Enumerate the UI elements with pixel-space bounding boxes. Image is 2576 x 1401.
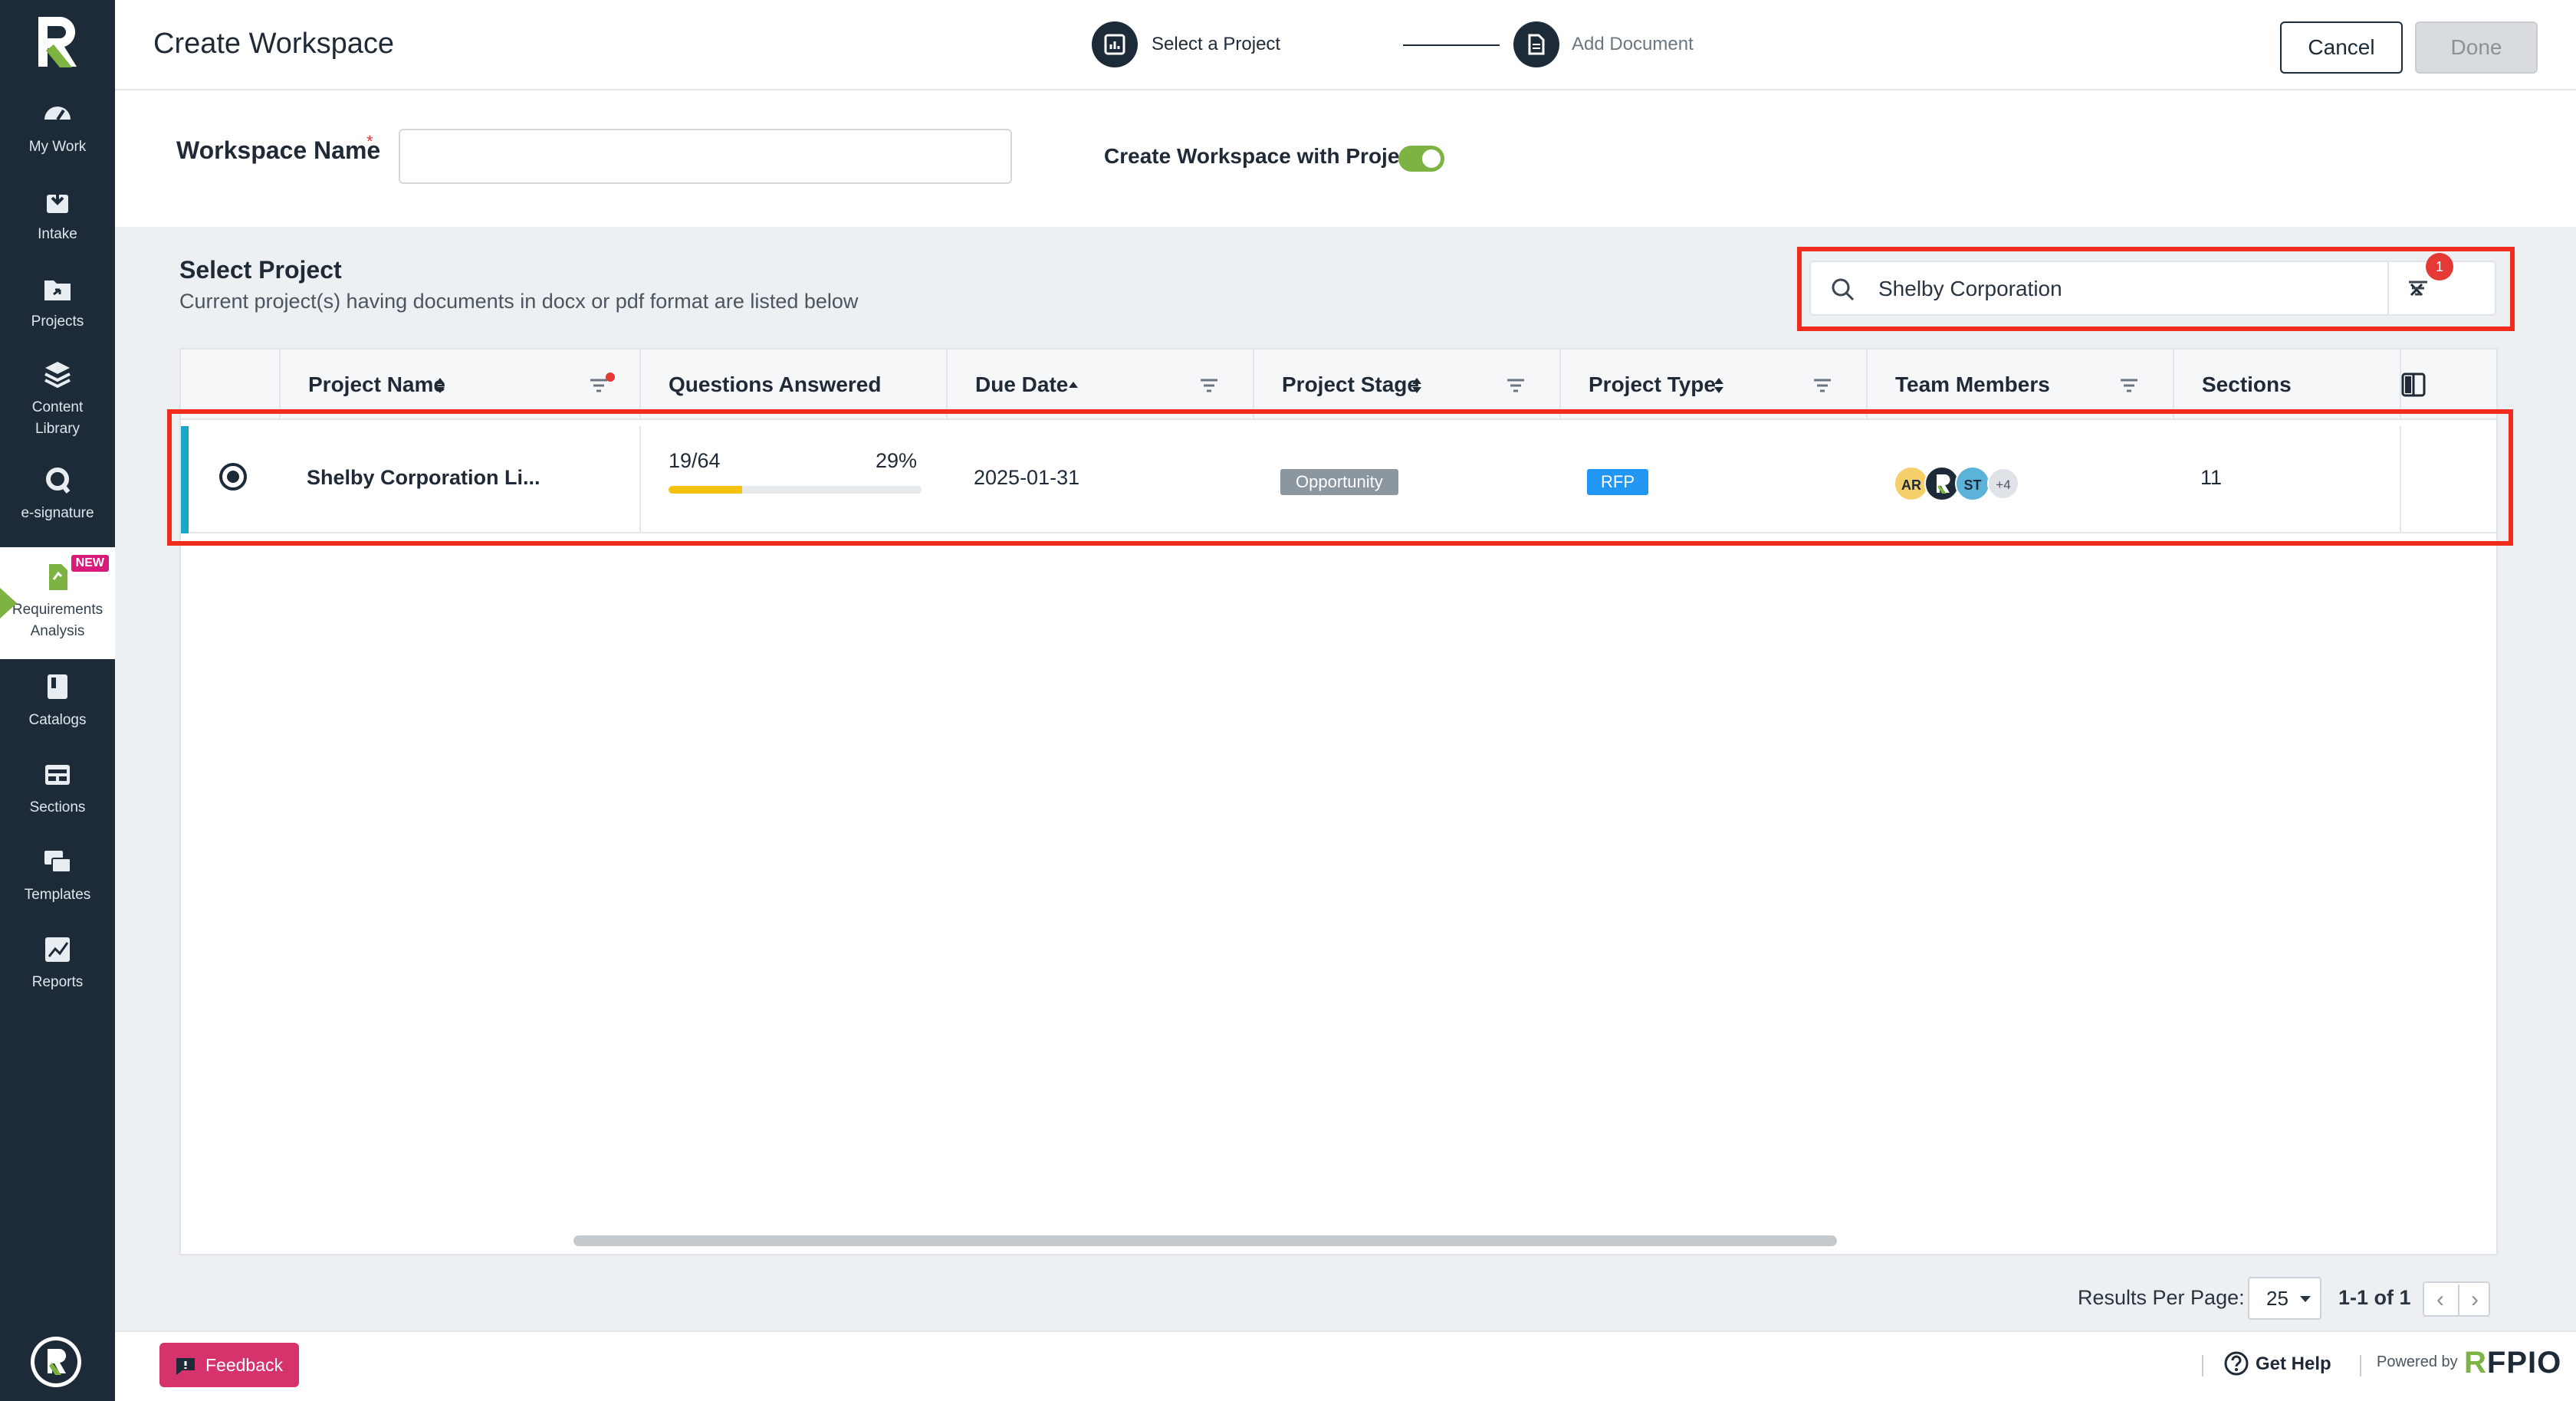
sidebar-item-sections[interactable]: Sections bbox=[0, 757, 115, 829]
help-icon bbox=[2224, 1351, 2249, 1376]
sidebar-item-label: Intake bbox=[38, 226, 77, 242]
stepper: Select a Project Add Document bbox=[1092, 21, 1705, 69]
sections-icon bbox=[45, 765, 70, 785]
get-help-label: Get Help bbox=[2256, 1353, 2331, 1374]
step-1-indicator bbox=[1092, 21, 1138, 67]
section-subtitle: Current project(s) having documents in d… bbox=[179, 290, 859, 313]
workspace-name-input[interactable] bbox=[399, 129, 1012, 184]
sidebar-item-content-library[interactable]: Content Library bbox=[0, 357, 115, 452]
column-label: Project Type bbox=[1589, 372, 1716, 396]
sidebar-item-label: Projects bbox=[31, 313, 84, 330]
layers-icon bbox=[44, 362, 71, 389]
templates-icon bbox=[44, 851, 71, 873]
sidebar: My Work Intake Projects Content Library … bbox=[0, 0, 115, 1401]
catalogs-icon bbox=[48, 674, 67, 699]
rfpio-badge-logo[interactable] bbox=[29, 1335, 83, 1389]
sidebar-item-e-signature[interactable]: e-signature bbox=[0, 463, 115, 535]
step-1-label: Select a Project bbox=[1152, 34, 1281, 54]
sidebar-item-reports[interactable]: Reports bbox=[0, 932, 115, 1004]
column-label: Team Members bbox=[1895, 372, 2050, 396]
columns-icon[interactable] bbox=[2392, 365, 2435, 405]
workspace-name-label: Workspace Name bbox=[176, 136, 381, 164]
feedback-label: Feedback bbox=[205, 1355, 284, 1375]
column-label: Sections bbox=[2202, 372, 2292, 396]
powered-by-label: Powered by bbox=[2377, 1353, 2458, 1370]
horizontal-scrollbar[interactable] bbox=[573, 1235, 1837, 1246]
step-connector bbox=[1403, 44, 1500, 46]
feedback-button[interactable]: Feedback bbox=[159, 1343, 299, 1387]
required-marker: * bbox=[366, 132, 373, 151]
results-per-page-select[interactable]: 25 bbox=[2248, 1277, 2321, 1320]
chevron-right-icon[interactable]: › bbox=[2458, 1285, 2490, 1315]
results-per-page-label: Results Per Page: bbox=[2078, 1286, 2245, 1309]
projects-icon bbox=[44, 281, 71, 300]
done-button[interactable]: Done bbox=[2415, 21, 2538, 74]
rfpio-wordmark: RFPIO bbox=[2464, 1346, 2562, 1380]
filter-icon[interactable] bbox=[2118, 376, 2144, 395]
sidebar-item-label: Catalogs bbox=[28, 712, 87, 728]
footer: Feedback Get Help Powered by RFPIO bbox=[115, 1330, 2576, 1401]
signature-icon bbox=[46, 468, 71, 494]
new-badge: NEW bbox=[71, 555, 109, 572]
select-project-panel: Select Project Current project(s) having… bbox=[115, 227, 2576, 1330]
document-icon bbox=[1528, 34, 1545, 55]
cancel-button[interactable]: Cancel bbox=[2280, 21, 2403, 74]
gauge-icon bbox=[44, 107, 71, 121]
active-filter-dot bbox=[606, 372, 615, 382]
sidebar-item-templates[interactable]: Templates bbox=[0, 845, 115, 917]
sidebar-item-intake[interactable]: Intake bbox=[0, 184, 115, 256]
sidebar-item-my-work[interactable]: My Work bbox=[0, 97, 115, 169]
sidebar-item-label: Templates bbox=[24, 887, 91, 903]
sidebar-item-label: Requirements Analysis bbox=[12, 602, 104, 639]
column-label: Project Stage bbox=[1282, 372, 1419, 396]
filter-icon[interactable] bbox=[1504, 376, 1530, 395]
sort-icon[interactable] bbox=[1713, 376, 1725, 395]
chart-doc-icon bbox=[1104, 34, 1125, 55]
column-label: Project Name bbox=[308, 372, 445, 396]
chevron-left-icon[interactable]: ‹ bbox=[2424, 1285, 2456, 1315]
create-with-project-label: Create Workspace with Project bbox=[1104, 144, 1419, 168]
pagination-range: 1-1 of 1 bbox=[2338, 1286, 2411, 1309]
sidebar-item-requirements-analysis[interactable]: NEW Requirements Analysis bbox=[0, 547, 115, 659]
step-2-indicator bbox=[1513, 21, 1559, 67]
sidebar-item-label: e-signature bbox=[21, 505, 94, 521]
sidebar-item-label: Sections bbox=[29, 799, 86, 815]
search-highlight-box bbox=[1797, 247, 2515, 331]
row-highlight-box bbox=[167, 409, 2513, 546]
column-label: Due Date bbox=[975, 372, 1069, 396]
rfpio-logo[interactable] bbox=[31, 12, 84, 72]
section-title: Select Project bbox=[179, 256, 342, 284]
sidebar-item-label: My Work bbox=[28, 139, 87, 155]
page-title: Create Workspace bbox=[153, 28, 394, 60]
sort-icon[interactable] bbox=[434, 376, 446, 395]
header: Create Workspace Select a Project Add Do… bbox=[115, 0, 2576, 90]
sort-ascending-icon[interactable] bbox=[1067, 379, 1079, 391]
step-2-label: Add Document bbox=[1572, 34, 1694, 54]
requirements-icon bbox=[49, 564, 67, 590]
reports-icon bbox=[45, 937, 70, 962]
filter-icon[interactable] bbox=[1811, 376, 1837, 395]
footer-divider bbox=[2360, 1355, 2361, 1376]
feedback-icon bbox=[176, 1358, 195, 1375]
sidebar-item-projects[interactable]: Projects bbox=[0, 271, 115, 343]
intake-icon bbox=[47, 189, 68, 213]
sidebar-item-label: Content Library bbox=[31, 399, 84, 437]
footer-divider bbox=[2202, 1355, 2203, 1376]
sidebar-item-catalogs[interactable]: Catalogs bbox=[0, 670, 115, 742]
sidebar-item-label: Reports bbox=[31, 974, 84, 990]
filter-icon[interactable] bbox=[1198, 376, 1224, 395]
pagination-nav: ‹ › bbox=[2423, 1281, 2490, 1317]
sort-icon[interactable] bbox=[1411, 376, 1423, 395]
create-with-project-toggle[interactable] bbox=[1398, 146, 1444, 172]
column-label: Questions Answered bbox=[669, 372, 882, 396]
